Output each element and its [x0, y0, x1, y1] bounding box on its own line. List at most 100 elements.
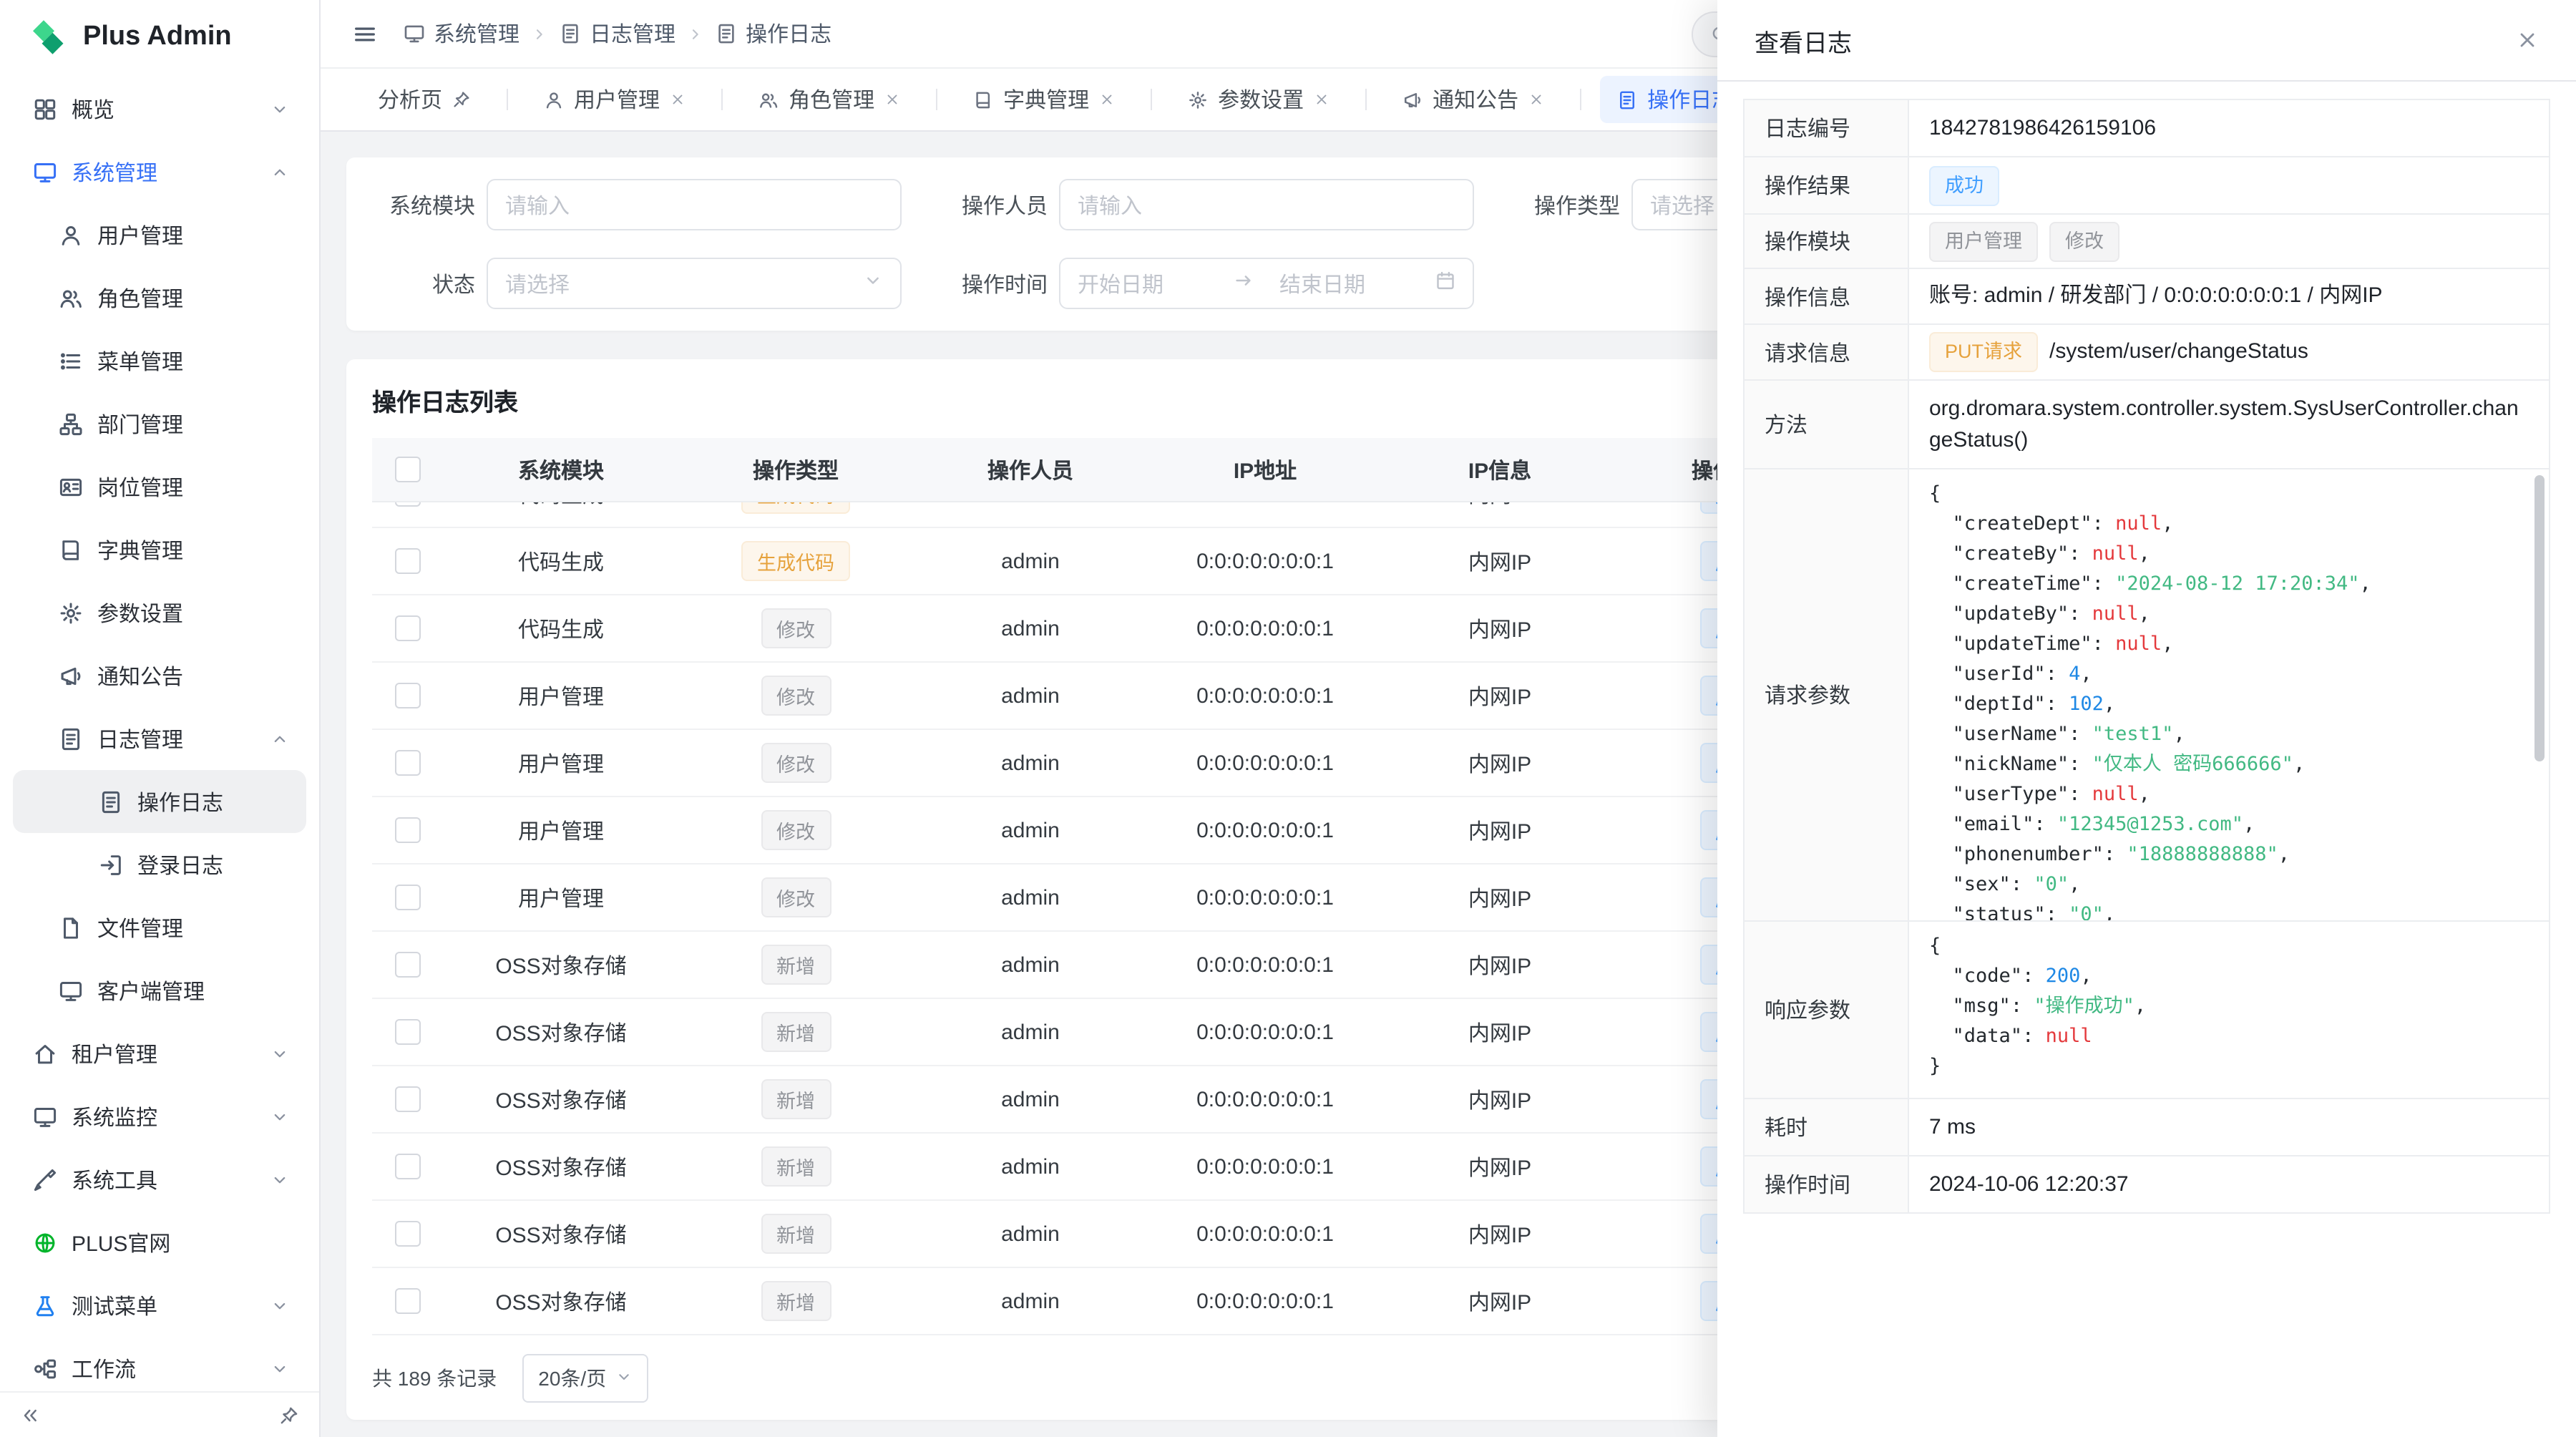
sidebar-item-label: 通知公告: [97, 661, 183, 691]
close-tab-icon[interactable]: [1099, 92, 1115, 107]
flow-icon: [33, 1356, 57, 1380]
collapse-icon: [20, 1405, 40, 1425]
book-icon: [973, 89, 993, 109]
sidebar-item-user-management[interactable]: 用户管理: [13, 203, 306, 266]
row-checkbox[interactable]: [395, 1288, 421, 1314]
row-checkbox[interactable]: [395, 750, 421, 776]
tab-dict-management[interactable]: 字典管理: [956, 76, 1132, 123]
globe-icon: [33, 1230, 57, 1255]
tab-divider: [936, 89, 937, 110]
pin-sidebar-button[interactable]: [279, 1405, 299, 1425]
tab-param-settings[interactable]: 参数设置: [1171, 76, 1347, 123]
operation-type-tag: 修改: [761, 810, 831, 850]
detail-row-duration: 耗时7 ms: [1745, 1099, 2550, 1156]
row-checkbox[interactable]: [395, 615, 421, 641]
megaphone-icon: [1402, 89, 1423, 109]
tab-user-management[interactable]: 用户管理: [527, 76, 703, 123]
row-checkbox[interactable]: [395, 817, 421, 843]
detail-row-op-time: 操作时间2024-10-06 12:20:37: [1745, 1156, 2550, 1214]
sidebar-item-system-tools[interactable]: 系统工具: [13, 1148, 306, 1211]
type-cell: 生成代码: [678, 502, 913, 527]
row-checkbox[interactable]: [395, 548, 421, 574]
sidebar-item-label: 工作流: [72, 1353, 136, 1383]
sidebar-item-workflow[interactable]: 工作流: [13, 1337, 306, 1394]
toggle-sidebar-button[interactable]: [352, 21, 378, 47]
row-checkbox[interactable]: [395, 502, 421, 507]
sidebar-item-menu-management[interactable]: 菜单管理: [13, 329, 306, 392]
close-tab-icon[interactable]: [884, 92, 900, 107]
app-logo[interactable]: Plus Admin: [0, 0, 319, 74]
module-input[interactable]: 请输入: [487, 179, 902, 230]
detail-value-request: PUT请求/system/user/changeStatus: [1909, 325, 2550, 381]
sidebar-item-system-monitor[interactable]: 系统监控: [13, 1085, 306, 1148]
tab-notice[interactable]: 通知公告: [1385, 76, 1561, 123]
detail-label-info: 操作信息: [1745, 269, 1909, 325]
row-checkbox[interactable]: [395, 683, 421, 708]
sidebar-item-login-log[interactable]: 登录日志: [13, 833, 306, 896]
sidebar-item-plus-website[interactable]: PLUS官网: [13, 1211, 306, 1274]
breadcrumb-item-log-management[interactable]: 日志管理: [560, 19, 675, 49]
operator-cell: admin: [913, 1133, 1148, 1200]
sidebar-item-notice[interactable]: 通知公告: [13, 644, 306, 707]
row-checkbox[interactable]: [395, 1019, 421, 1045]
sidebar-item-label: 登录日志: [137, 849, 223, 880]
sidebar-item-tenant-management[interactable]: 租户管理: [13, 1022, 306, 1085]
arrow-right-icon: [1234, 270, 1254, 290]
time-range-input[interactable]: 开始日期 结束日期: [1059, 258, 1474, 309]
ip-cell: 0:0:0:0:0:0:0:1: [1148, 1066, 1382, 1133]
module-cell: OSS对象存储: [444, 1200, 678, 1267]
sidebar-item-overview[interactable]: 概览: [13, 77, 306, 140]
doc-icon: [716, 23, 737, 44]
row-checkbox[interactable]: [395, 1086, 421, 1112]
json-code: { "code": 200, "msg": "操作成功", "data": nu…: [1909, 922, 2166, 1092]
breadcrumb-item-system-management[interactable]: 系统管理: [404, 19, 519, 49]
sidebar-item-dept-management[interactable]: 部门管理: [13, 392, 306, 455]
scrollbar-thumb[interactable]: [2534, 475, 2545, 761]
tab-label: 通知公告: [1433, 84, 1518, 115]
operator-cell: admin: [913, 1267, 1148, 1335]
row-checkbox[interactable]: [395, 1154, 421, 1179]
page-size-select[interactable]: 20条/页: [522, 1354, 648, 1403]
select-all-checkbox[interactable]: [395, 457, 421, 482]
sidebar-item-file-management[interactable]: 文件管理: [13, 896, 306, 959]
tab-divider: [1580, 89, 1581, 110]
sidebar-item-label: 系统工具: [72, 1164, 157, 1194]
row-checkbox[interactable]: [395, 952, 421, 978]
filter-item-status: 状态 请选择: [372, 258, 902, 309]
tab-label: 分析页: [378, 84, 442, 115]
sidebar-item-param-settings[interactable]: 参数设置: [13, 581, 306, 644]
file-icon: [59, 915, 83, 940]
sidebar-item-operation-log[interactable]: 操作日志: [13, 770, 306, 833]
sidebar-item-dict-management[interactable]: 字典管理: [13, 518, 306, 581]
collapse-sidebar-button[interactable]: [20, 1405, 40, 1425]
detail-value-info: 账号: admin / 研发部门 / 0:0:0:0:0:0:0:1 / 内网I…: [1909, 269, 2550, 325]
sidebar-item-label: 用户管理: [97, 220, 183, 250]
pin-tab-icon[interactable]: [452, 90, 471, 109]
close-tab-icon[interactable]: [1314, 92, 1330, 107]
ip-cell: 0:0:0:0:0:0:0:1: [1148, 527, 1382, 595]
row-checkbox[interactable]: [395, 885, 421, 910]
sidebar-item-system-management[interactable]: 系统管理: [13, 140, 306, 203]
operator-cell: admin: [913, 797, 1148, 864]
monitor-icon: [59, 978, 83, 1003]
detail-label-module: 操作模块: [1745, 215, 1909, 269]
sidebar-item-log-management[interactable]: 日志管理: [13, 707, 306, 770]
detail-text: 1842781986426159106: [1929, 112, 2156, 144]
sidebar-item-role-management[interactable]: 角色管理: [13, 266, 306, 329]
sidebar-item-post-management[interactable]: 岗位管理: [13, 455, 306, 518]
sidebar-item-test-menu[interactable]: 测试菜单: [13, 1274, 306, 1337]
close-tab-icon[interactable]: [670, 92, 686, 107]
tab-role-management[interactable]: 角色管理: [741, 76, 917, 123]
tab-analysis[interactable]: 分析页: [361, 76, 488, 123]
sidebar-item-client-management[interactable]: 客户端管理: [13, 959, 306, 1022]
breadcrumb-item-operation-log[interactable]: 操作日志: [716, 19, 831, 49]
code-line: "data": null: [1929, 1022, 2146, 1052]
ip-info-cell: 内网IP: [1382, 931, 1617, 998]
operation-type-tag: 生成代码: [741, 502, 850, 514]
status-select[interactable]: 请选择: [487, 258, 902, 309]
operator-input[interactable]: 请输入: [1059, 179, 1474, 230]
close-tab-icon[interactable]: [1528, 92, 1544, 107]
operator-cell: admin: [913, 931, 1148, 998]
close-drawer-button[interactable]: [2516, 29, 2539, 52]
row-checkbox[interactable]: [395, 1221, 421, 1247]
